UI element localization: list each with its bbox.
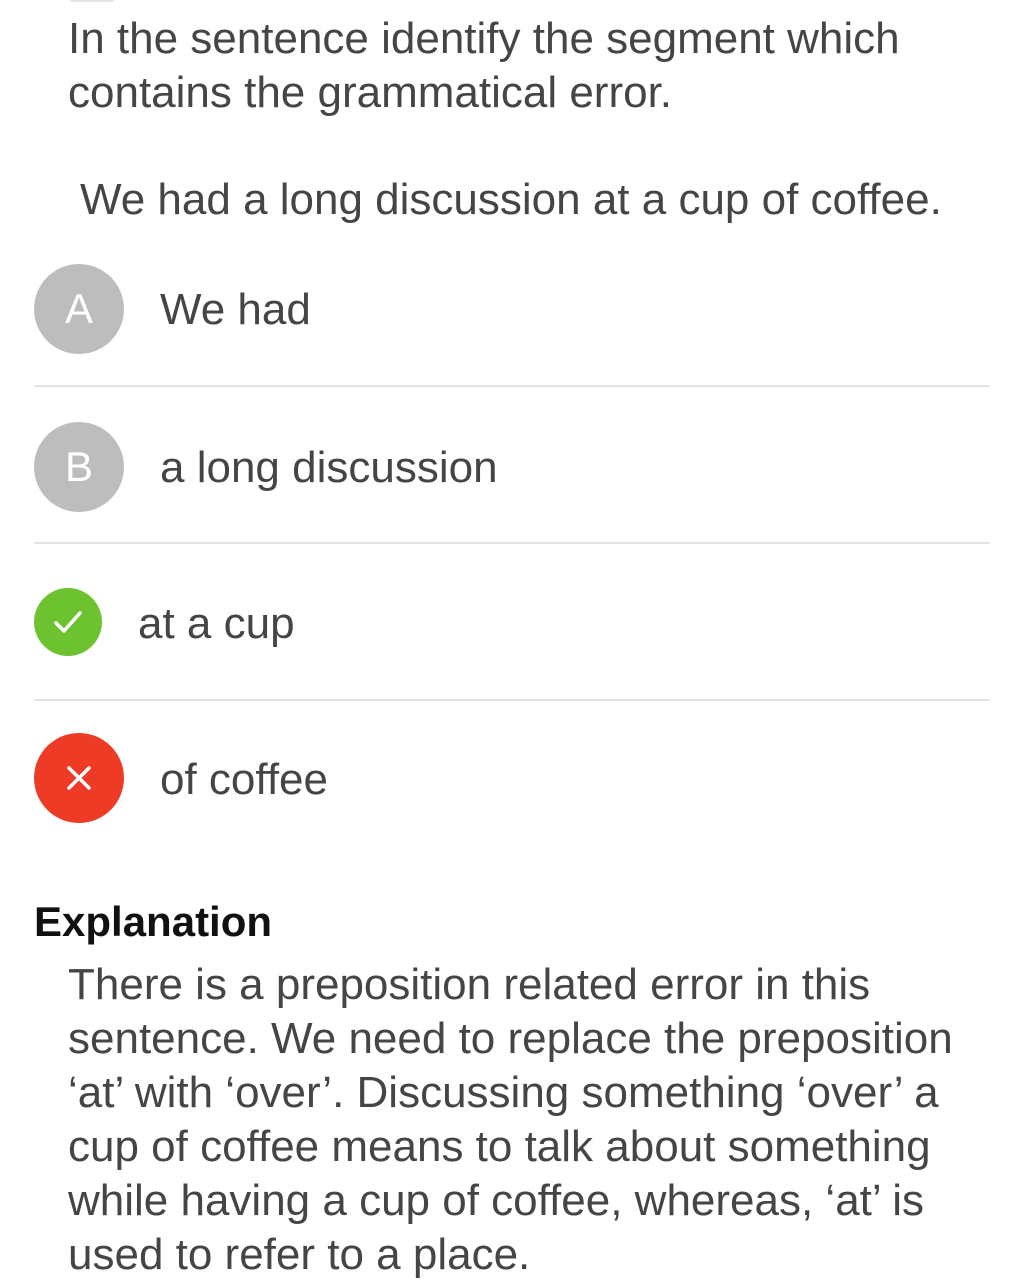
option-c[interactable]: at a cup bbox=[34, 588, 990, 744]
divider bbox=[34, 542, 990, 544]
option-d[interactable]: of coffee bbox=[34, 733, 990, 889]
divider bbox=[34, 385, 990, 387]
question-prompt: In the sentence identify the segment whi… bbox=[68, 14, 900, 117]
explanation-title: Explanation bbox=[34, 898, 273, 945]
option-a[interactable]: A We had bbox=[34, 262, 990, 418]
question-sentence: We had a long discussion at a cup of cof… bbox=[80, 175, 942, 224]
option-a-badge: A bbox=[34, 264, 124, 354]
option-b[interactable]: B a long discussion bbox=[34, 420, 990, 576]
option-b-badge: B bbox=[34, 422, 124, 512]
option-b-label: a long discussion bbox=[160, 443, 498, 492]
option-d-label: of coffee bbox=[160, 755, 328, 804]
option-a-label: We had bbox=[160, 285, 311, 334]
option-c-label: at a cup bbox=[138, 599, 295, 648]
divider bbox=[34, 699, 990, 701]
drag-handle bbox=[66, 0, 118, 2]
explanation-body: There is a preposition related error in … bbox=[68, 960, 953, 1279]
quiz-page: In the sentence identify the segment whi… bbox=[0, 0, 1024, 1280]
check-icon bbox=[34, 588, 102, 656]
close-icon bbox=[34, 733, 124, 823]
